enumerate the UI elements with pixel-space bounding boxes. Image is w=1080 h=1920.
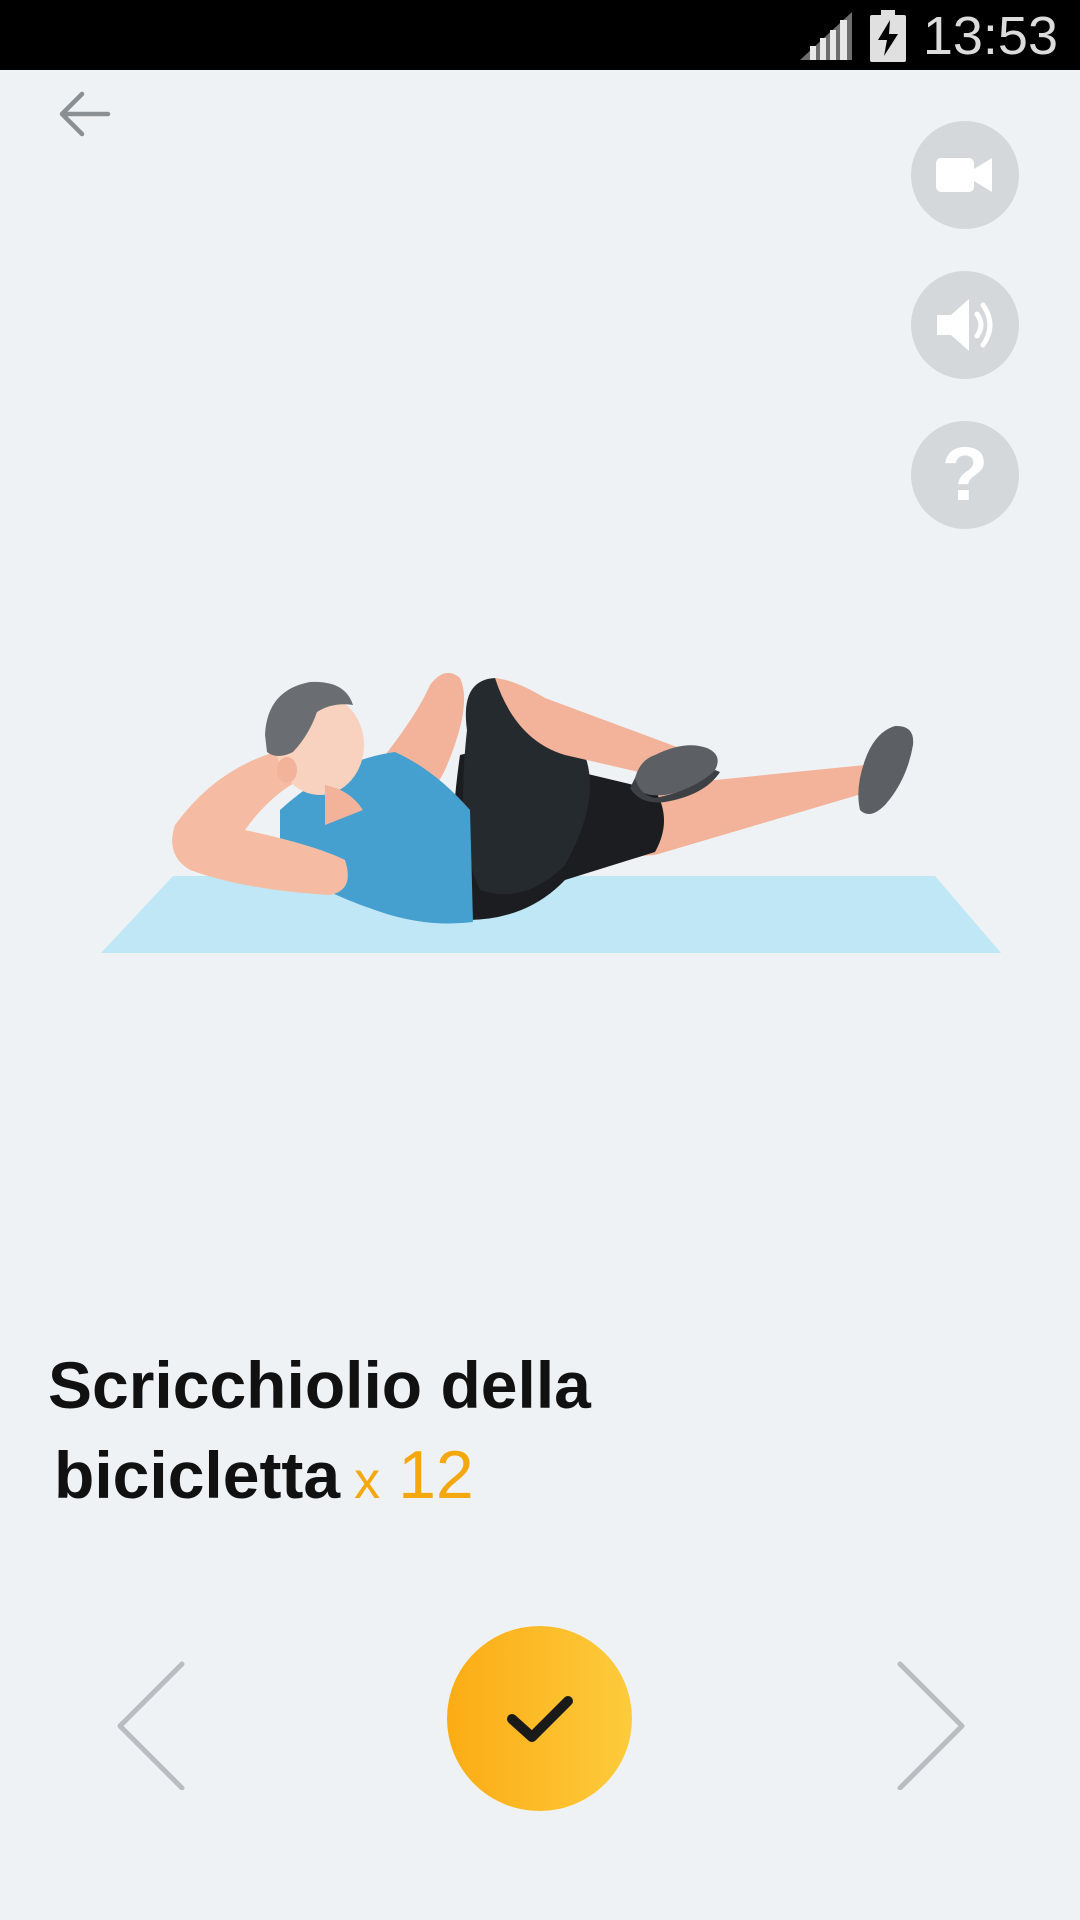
- reps-count: 12: [398, 1437, 474, 1513]
- next-exercise-button[interactable]: [890, 1660, 970, 1791]
- exercise-name-line1: Scricchiolio della: [48, 1348, 591, 1422]
- status-bar: 13:53: [0, 0, 1080, 70]
- sound-button[interactable]: [911, 271, 1019, 379]
- back-button[interactable]: [52, 86, 116, 142]
- help-button[interactable]: ?: [911, 421, 1019, 529]
- checkmark-icon: [506, 1695, 573, 1742]
- exercise-title: Scricchiolio della bicicletta x 12: [48, 1340, 748, 1526]
- question-icon: ?: [941, 432, 989, 517]
- speaker-icon: [937, 299, 993, 351]
- signal-icon: [800, 12, 852, 60]
- exercise-illustration: [101, 672, 1001, 953]
- previous-exercise-button[interactable]: [112, 1660, 192, 1791]
- video-button[interactable]: [911, 121, 1019, 229]
- reps-prefix: x: [354, 1452, 381, 1510]
- status-time: 13:53: [922, 6, 1058, 66]
- exercise-name-line2: bicicletta: [54, 1438, 341, 1512]
- arrow-left-icon: [59, 91, 111, 137]
- battery-icon: [870, 10, 906, 62]
- video-camera-icon: [936, 158, 992, 192]
- chevron-left-icon: [117, 1661, 185, 1791]
- exercise-name-line2-row: bicicletta x 12: [48, 1430, 748, 1526]
- chevron-right-icon: [897, 1661, 965, 1791]
- done-button[interactable]: [447, 1626, 632, 1811]
